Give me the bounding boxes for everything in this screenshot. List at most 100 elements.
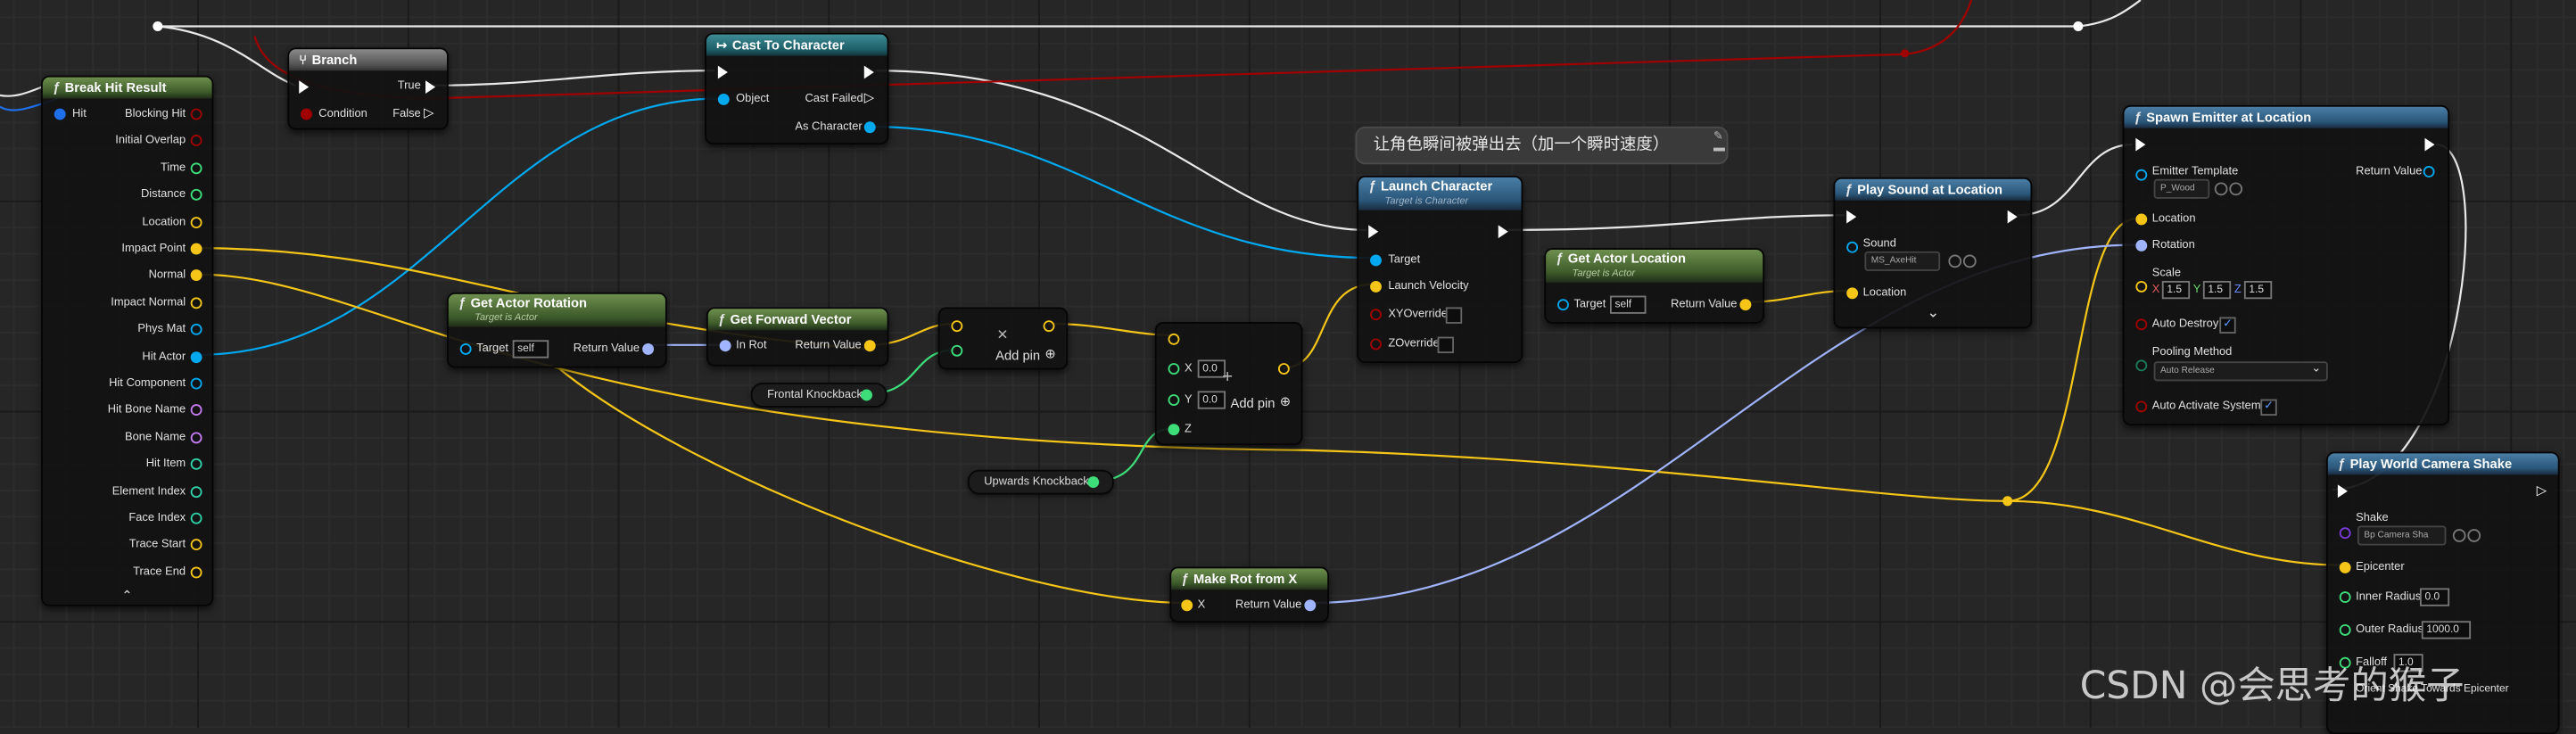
output-pin[interactable]: [190, 432, 202, 443]
add-pin-icon[interactable]: ⊕: [1280, 394, 1291, 409]
output-pin[interactable]: [190, 324, 202, 336]
input-a-pin[interactable]: [951, 320, 963, 333]
make-vector-node[interactable]: X 0.0 Y 0.0 Z + Add pin ⊕: [1154, 322, 1303, 446]
reroute-node[interactable]: [1900, 49, 1910, 58]
inner-radius-field[interactable]: 0.0: [2419, 588, 2450, 606]
exec-output-pin[interactable]: [1498, 225, 1508, 239]
scale-z-field[interactable]: 1.5: [2243, 280, 2273, 300]
browse-icon[interactable]: [1948, 254, 1962, 268]
frontal-knockback-output-pin[interactable]: [861, 389, 872, 401]
xy-override-checkbox[interactable]: [1445, 307, 1463, 324]
output-pin[interactable]: [190, 539, 202, 551]
outer-radius-input-pin[interactable]: [2339, 623, 2351, 636]
target-input-pin[interactable]: [1557, 299, 1569, 311]
exec-input-pin[interactable]: [2135, 137, 2146, 152]
emitter-template-input-pin[interactable]: [2135, 169, 2148, 181]
target-input-pin[interactable]: [1370, 254, 1382, 267]
node-header[interactable]: ƒ Make Rot from X: [1171, 568, 1328, 590]
rotation-input-pin[interactable]: [2135, 239, 2148, 252]
z-override-input-pin[interactable]: [1370, 338, 1382, 351]
auto-activate-checkbox[interactable]: ✓: [2260, 399, 2277, 416]
z-override-checkbox[interactable]: [1437, 336, 1454, 354]
node-header[interactable]: ƒ Get Forward Vector: [707, 309, 888, 331]
exec-input-pin[interactable]: [299, 80, 310, 94]
make-rot-from-x-node[interactable]: ƒ Make Rot from X X Return Value: [1169, 566, 1330, 623]
output-pin[interactable]: [190, 377, 202, 390]
location-input-pin[interactable]: [1846, 287, 1859, 300]
cast-failed-output-pin[interactable]: ▷: [864, 91, 874, 105]
scale-y-field[interactable]: 1.5: [2202, 280, 2232, 300]
output-pin[interactable]: [190, 297, 202, 309]
z-input-pin[interactable]: [1168, 424, 1180, 436]
add-pin-button[interactable]: Add pin: [995, 349, 1040, 364]
pooling-method-input-pin[interactable]: [2135, 359, 2148, 372]
scale-x-field[interactable]: 1.5: [2161, 280, 2191, 300]
auto-destroy-input-pin[interactable]: [2135, 318, 2148, 331]
return-value-output-pin[interactable]: [863, 340, 876, 352]
output-pin[interactable]: [190, 566, 202, 579]
node-header[interactable]: ƒ Get Actor Location Target is Actor: [1546, 249, 1763, 283]
search-icon[interactable]: [2229, 182, 2243, 196]
target-input-pin[interactable]: [459, 342, 472, 355]
sound-input-pin[interactable]: [1846, 241, 1859, 253]
comment-bubble[interactable]: 让角色瞬间被弹出去（加一个瞬时速度）: [1355, 126, 1729, 165]
expand-arrow-icon[interactable]: ⌄: [1927, 305, 1939, 321]
launch-character-node[interactable]: ƒ Launch Character Target is Character Tar…: [1357, 176, 1523, 364]
input-vector-pin[interactable]: [1168, 333, 1180, 345]
get-actor-rotation-node[interactable]: ƒ Get Actor Rotation Target is Actor Targe…: [446, 292, 667, 368]
output-pin[interactable]: [1277, 363, 1290, 375]
x-input-pin[interactable]: [1168, 363, 1180, 375]
target-self-field[interactable]: self: [512, 340, 549, 359]
add-pin-button[interactable]: Add pin: [1231, 396, 1276, 411]
output-pin[interactable]: [1043, 320, 1055, 333]
object-input-pin[interactable]: [717, 93, 730, 105]
node-header[interactable]: ƒ Play Sound at Location: [1835, 178, 2031, 201]
output-pin[interactable]: [190, 216, 202, 228]
exec-input-pin[interactable]: [2337, 484, 2348, 499]
pin-comment-icon[interactable]: ✎ ▬: [1713, 131, 1725, 154]
exec-input-pin[interactable]: [1368, 225, 1379, 239]
in-rot-input-pin[interactable]: [719, 340, 731, 352]
node-header[interactable]: ƒ Spawn Emitter at Location: [2124, 106, 2448, 128]
output-pin[interactable]: [190, 458, 202, 471]
break-hit-result-node[interactable]: ƒ Break Hit Result Hit Blocking Hit Initia…: [41, 75, 214, 606]
x-input-pin[interactable]: [1181, 599, 1193, 612]
search-icon[interactable]: [2467, 529, 2481, 542]
auto-destroy-checkbox[interactable]: ✓: [2219, 317, 2236, 334]
output-pin[interactable]: [190, 189, 202, 202]
location-input-pin[interactable]: [2135, 213, 2148, 226]
multiply-node[interactable]: × Add pin ⊕: [937, 307, 1069, 370]
output-pin[interactable]: [190, 161, 202, 174]
hit-input-pin[interactable]: [54, 108, 66, 120]
inner-radius-input-pin[interactable]: [2339, 591, 2351, 604]
return-value-output-pin[interactable]: [2423, 166, 2435, 177]
exec-output-pin[interactable]: [2424, 137, 2435, 152]
exec-output-pin[interactable]: [2007, 210, 2018, 224]
shake-class-dropdown[interactable]: Bp Camera Sha: [2357, 525, 2447, 546]
sound-asset-dropdown[interactable]: MS_AxeHit: [1864, 251, 1941, 271]
input-b-pin[interactable]: [951, 344, 963, 357]
cast-to-character-node[interactable]: ↦ Cast To Character Object Cast Failed ▷ …: [705, 32, 889, 145]
output-pin[interactable]: [190, 351, 202, 363]
reroute-node[interactable]: [2002, 496, 2013, 507]
emitter-template-dropdown[interactable]: P_Wood: [2153, 178, 2210, 199]
condition-input-pin[interactable]: [301, 108, 312, 120]
epicenter-input-pin[interactable]: [2339, 561, 2351, 573]
get-forward-vector-node[interactable]: ƒ Get Forward Vector In Rot Return Value: [706, 307, 889, 367]
upwards-knockback-output-pin[interactable]: [1087, 476, 1100, 489]
exec-true-output-pin[interactable]: [425, 80, 436, 94]
y-value-field[interactable]: 0.0: [1197, 391, 1226, 409]
output-pin[interactable]: [190, 269, 202, 282]
output-pin[interactable]: [190, 243, 202, 255]
auto-activate-input-pin[interactable]: [2135, 400, 2148, 413]
shake-input-pin[interactable]: [2339, 527, 2351, 540]
return-value-output-pin[interactable]: [642, 342, 655, 355]
output-pin[interactable]: [190, 404, 202, 416]
node-header[interactable]: ƒ Play World Camera Shake: [2327, 453, 2558, 475]
output-pin[interactable]: [190, 512, 202, 524]
return-value-output-pin[interactable]: [1304, 599, 1317, 612]
target-self-field[interactable]: self: [1609, 295, 1647, 314]
scale-input-pin[interactable]: [2135, 280, 2148, 293]
spawn-emitter-at-location-node[interactable]: ƒ Spawn Emitter at Location Emitter Templ…: [2122, 104, 2450, 426]
exec-input-pin[interactable]: [1846, 210, 1857, 224]
